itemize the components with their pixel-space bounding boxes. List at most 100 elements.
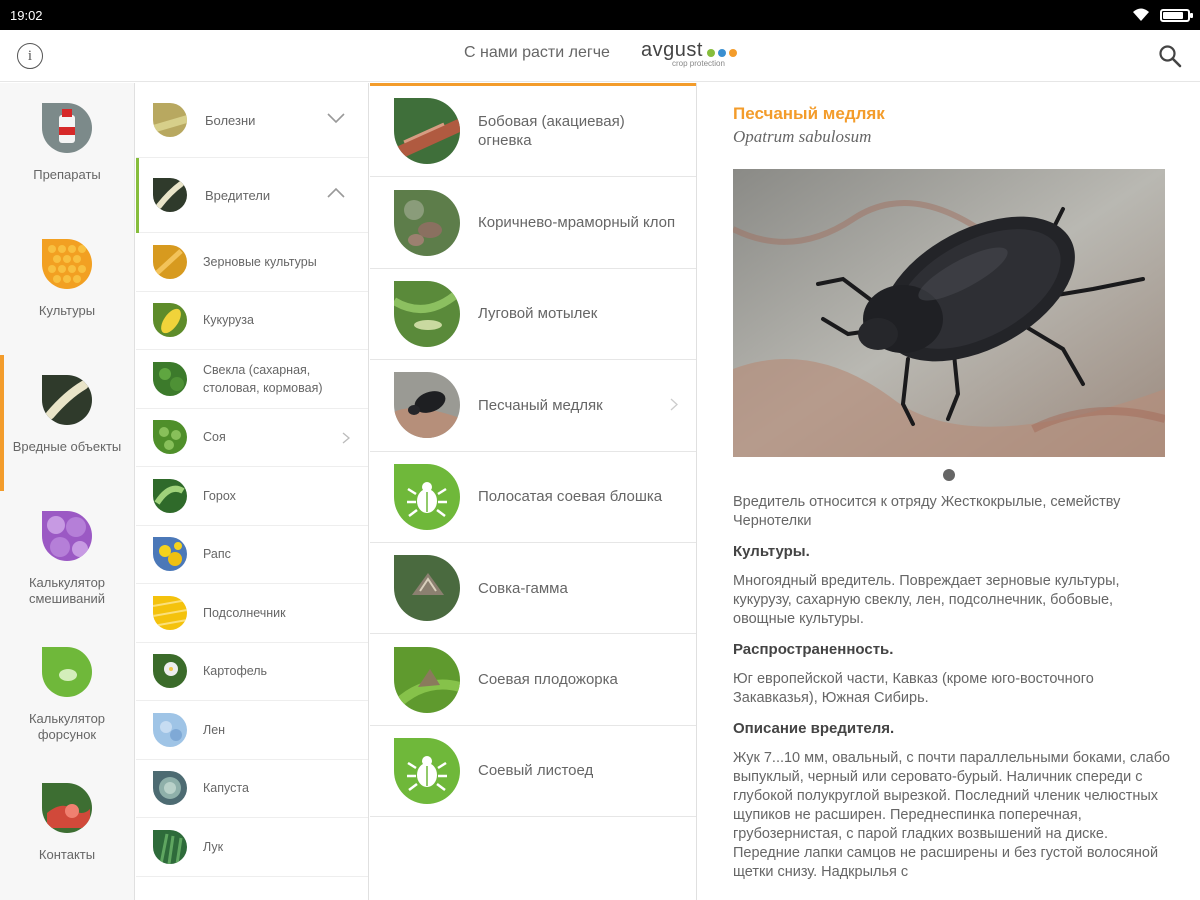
- nav-item-crops[interactable]: Культуры: [0, 219, 134, 355]
- corn-icon: [153, 303, 187, 338]
- cabbage-icon: [153, 771, 187, 806]
- crop-label: Картофель: [203, 664, 268, 679]
- crops-text: Многоядный вредитель. Повреждает зерновы…: [733, 573, 1120, 627]
- wifi-icon: [1133, 8, 1149, 21]
- nav-label: Калькулятор смешиваний: [28, 575, 106, 606]
- crop-label: Лук: [203, 839, 224, 854]
- pest-photo[interactable]: [733, 169, 1165, 457]
- crop-label: Соя: [203, 430, 226, 445]
- pest-label: Соевый листоед: [478, 762, 594, 780]
- pest-item[interactable]: Совка-гамма: [370, 543, 696, 635]
- section-heading-description: Описание вредителя.: [733, 720, 895, 737]
- chevron-right-icon[interactable]: [342, 432, 350, 444]
- pest-label: Бобовая (акациевая) огневка: [478, 113, 625, 150]
- status-bar: 19:02: [0, 0, 1200, 30]
- pest-thumbnail: [394, 280, 460, 347]
- slogan: С нами расти легче: [464, 44, 610, 61]
- beet-leaf-icon: [153, 361, 187, 396]
- pest-item[interactable]: Соевая плодожорка: [370, 634, 696, 726]
- nav-item-preparations[interactable]: Препараты: [0, 83, 134, 219]
- chevron-up-icon[interactable]: [326, 186, 346, 200]
- pest-item[interactable]: Бобовая (акациевая) огневка: [370, 86, 696, 178]
- disease-leaf-icon: [153, 103, 187, 137]
- battery-icon: [1160, 8, 1193, 22]
- main-nav: Препараты Культуры Вредные объекты Кальк…: [0, 83, 135, 900]
- category-pests[interactable]: Вредители: [136, 158, 368, 233]
- crop-item[interactable]: Свекла (сахарная, столовая, кормовая): [136, 350, 368, 409]
- category-label: Вредители: [205, 187, 271, 203]
- pest-thumbnail: [394, 98, 460, 165]
- info-icon: i: [27, 47, 33, 64]
- pest-item[interactable]: Соевый листоед: [370, 726, 696, 818]
- pest-item[interactable]: Луговой мотылек: [370, 269, 696, 361]
- bottle-icon: [42, 103, 92, 153]
- nav-label: Препараты: [33, 167, 101, 182]
- crop-item[interactable]: Кукуруза: [136, 292, 368, 350]
- logo-dots: [706, 48, 737, 57]
- nav-item-mix-calculator[interactable]: Калькулятор смешиваний: [0, 491, 134, 627]
- status-time: 19:02: [10, 7, 43, 23]
- pest-label: Песчаный медляк: [478, 396, 603, 414]
- app-header: i С нами расти легче avgust crop protect…: [0, 30, 1200, 82]
- category-label: Болезни: [205, 112, 256, 128]
- avgust-logo: avgust crop protection: [641, 39, 737, 68]
- description-text: Жук 7...10 мм, овальный, с почти паралле…: [733, 750, 1171, 880]
- rapeseed-icon: [153, 537, 187, 572]
- pest-list: Бобовая (акациевая) огневка Коричнево-мр…: [370, 83, 697, 900]
- crop-item[interactable]: Зерновые культуры: [136, 233, 368, 292]
- nav-label: Калькулятор форсунок: [28, 711, 106, 742]
- nav-label: Вредные объекты: [12, 439, 122, 454]
- bug-placeholder-icon: [394, 737, 460, 804]
- pest-label: Луговой мотылек: [478, 305, 598, 323]
- chevron-down-icon[interactable]: [326, 111, 346, 125]
- chevron-right-icon[interactable]: [670, 398, 678, 411]
- category-list: Болезни Вредители Зерновые культуры Куку…: [136, 83, 369, 900]
- carousel-indicator[interactable]: [943, 469, 955, 481]
- flax-icon: [153, 712, 187, 747]
- crop-label: Кукуруза: [203, 313, 254, 328]
- nav-item-harmful-objects[interactable]: Вредные объекты: [0, 355, 134, 491]
- pest-item[interactable]: Песчаный медляк: [370, 360, 696, 452]
- pest-thumbnail: [394, 646, 460, 713]
- section-heading-spread: Распространенность.: [733, 641, 894, 658]
- grain-icon: [153, 244, 187, 279]
- nav-item-nozzle-calculator[interactable]: Калькулятор форсунок: [0, 627, 134, 763]
- pest-label: Коричнево-мраморный клоп: [478, 214, 676, 232]
- crop-item[interactable]: Лук: [136, 818, 368, 877]
- crop-item[interactable]: Лен: [136, 701, 368, 760]
- crop-item[interactable]: Подсолнечник: [136, 584, 368, 643]
- onion-icon: [153, 829, 187, 864]
- search-icon[interactable]: [1158, 44, 1182, 68]
- crop-item[interactable]: Капуста: [136, 760, 368, 818]
- info-button[interactable]: i: [17, 43, 43, 69]
- soy-icon: [153, 420, 187, 455]
- pest-item[interactable]: Коричнево-мраморный клоп: [370, 177, 696, 269]
- logo-dot: [728, 48, 737, 57]
- pest-title: Песчаный медляк: [733, 104, 885, 123]
- logo-subtitle: crop protection: [672, 59, 725, 68]
- pea-icon: [153, 478, 187, 513]
- droplet-icon: [42, 647, 92, 697]
- pest-label: Совка-гамма: [478, 579, 568, 597]
- pest-item[interactable]: Полосатая соевая блошка: [370, 452, 696, 543]
- crop-label: Лен: [203, 722, 226, 737]
- crop-item[interactable]: Горох: [136, 467, 368, 526]
- nav-label: Культуры: [38, 303, 96, 318]
- nav-label: Контакты: [38, 847, 96, 862]
- crop-label: Подсолнечник: [203, 605, 286, 620]
- bug-placeholder-icon: [394, 463, 460, 530]
- category-diseases[interactable]: Болезни: [136, 83, 368, 158]
- pest-intro: Вредитель относится к отряду Жесткокрылы…: [733, 494, 1121, 529]
- nav-item-contacts[interactable]: Контакты: [0, 763, 134, 899]
- handshake-icon: [42, 783, 92, 833]
- sunflower-icon: [153, 595, 187, 630]
- pest-thumbnail: [394, 372, 460, 439]
- crop-item[interactable]: Соя: [136, 409, 368, 467]
- bubbles-icon: [42, 511, 92, 561]
- crop-label: Горох: [203, 488, 236, 503]
- pest-detail: Песчаный медляк Opatrum sabulosum Вредит…: [698, 83, 1200, 900]
- section-heading-crops: Культуры.: [733, 543, 810, 560]
- crop-item[interactable]: Рапс: [136, 526, 368, 584]
- crop-item[interactable]: Картофель: [136, 643, 368, 701]
- pest-thumbnail: [394, 555, 460, 622]
